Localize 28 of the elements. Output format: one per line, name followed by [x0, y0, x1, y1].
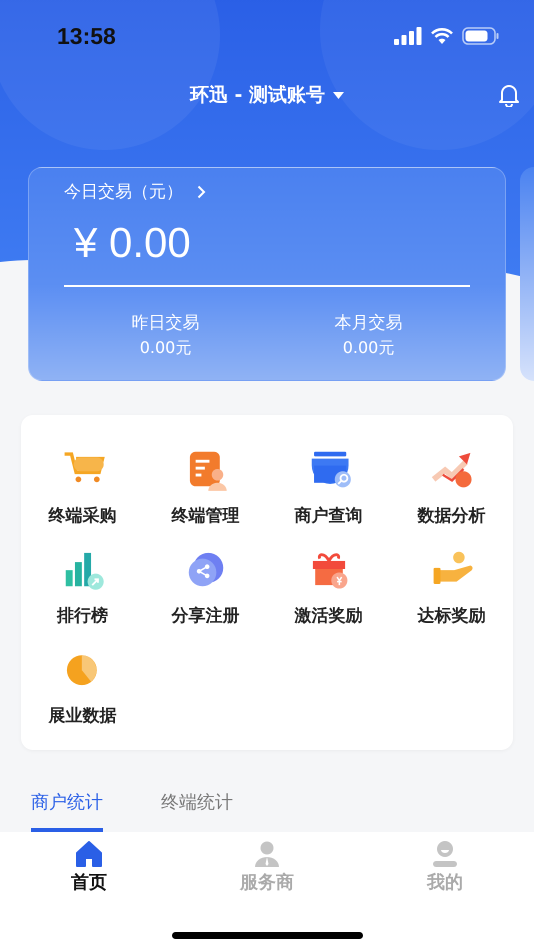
- stat-label: 昨日交易: [132, 312, 200, 334]
- caret-icon: [333, 92, 344, 98]
- account-switcher[interactable]: 环迅 - 测试账号: [190, 82, 344, 108]
- smiling-person-icon: [431, 840, 459, 868]
- menu-item[interactable]: 数据分析: [390, 447, 513, 547]
- menu-item[interactable]: 展业数据: [21, 647, 144, 747]
- amount-value: ¥ 0.00: [73, 218, 192, 268]
- battery-icon: [462, 27, 500, 45]
- menu-item[interactable]: 终端管理: [144, 447, 267, 547]
- chevron-right-icon: [197, 184, 206, 198]
- menu-item[interactable]: 排行榜: [21, 547, 144, 647]
- menu-item[interactable]: 商户查询: [267, 447, 390, 547]
- signal-icon: [394, 27, 422, 45]
- stats-tab[interactable]: 终端统计: [161, 790, 233, 832]
- menu-item[interactable]: 达标奖励: [390, 547, 513, 647]
- stat-label: 本月交易: [334, 312, 402, 334]
- menu-item[interactable]: 终端采购: [21, 447, 144, 547]
- notification-bell-icon[interactable]: [498, 83, 520, 107]
- today-transactions-link[interactable]: 今日交易（元）: [64, 180, 206, 203]
- stat-value: 0.00元: [342, 338, 394, 359]
- status-time: 13:58: [57, 22, 116, 50]
- menu-item[interactable]: 分享注册: [144, 547, 267, 647]
- tab-bar-item[interactable]: 首页: [39, 840, 139, 894]
- menu-item[interactable]: 激活奖励: [267, 547, 390, 647]
- wifi-icon: [430, 27, 454, 45]
- stat-value: 0.00元: [140, 338, 192, 359]
- home-icon: [75, 840, 103, 868]
- person-tie-icon: [253, 840, 281, 868]
